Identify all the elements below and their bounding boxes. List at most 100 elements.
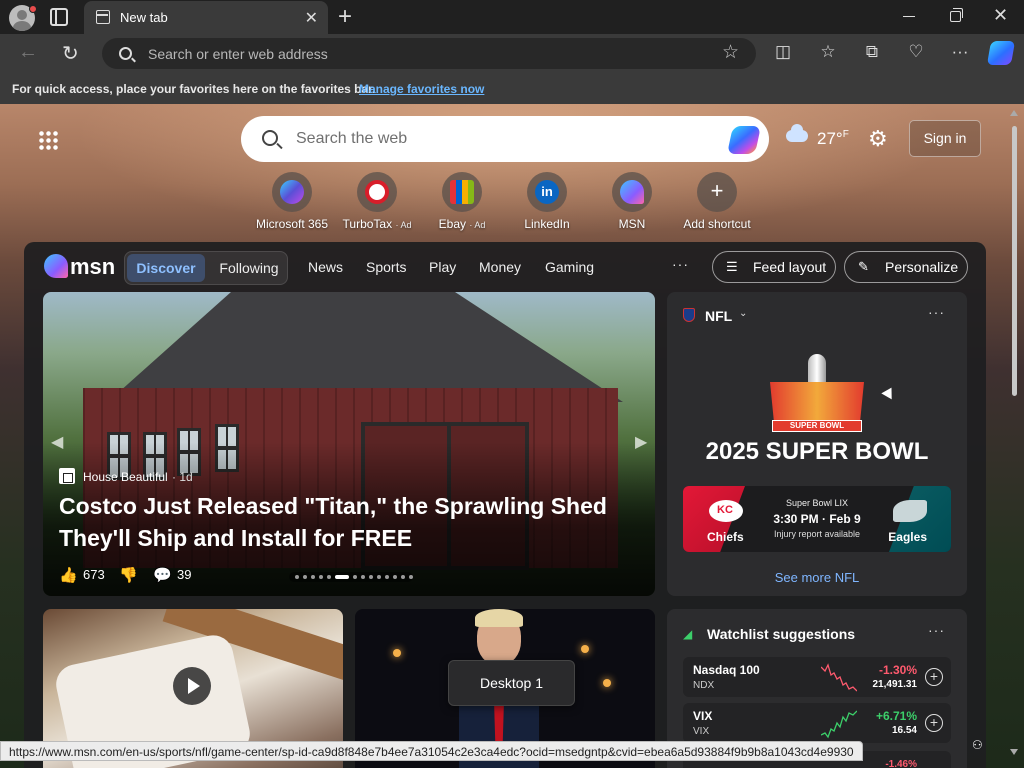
thumbs-down-icon[interactable]: 👎 [119,566,138,584]
app-launcher-icon[interactable] [38,130,58,150]
turbotax-icon [357,172,397,212]
copilot-icon[interactable] [727,126,761,154]
carousel-dot[interactable] [295,575,299,579]
carousel-pager[interactable] [289,572,413,582]
more-menu-icon[interactable]: ··· [949,42,971,62]
see-more-nfl-link[interactable]: See more NFL [667,570,967,585]
scroll-down-arrow-icon[interactable] [1010,749,1018,755]
stock-row[interactable]: VIX VIX +6.71% 16.54 + [683,703,951,743]
address-bar[interactable]: ☆ [102,38,756,69]
carousel-dot[interactable] [385,575,389,579]
stage-light [393,649,401,657]
thumbs-up-icon[interactable]: 👍 [59,566,78,584]
favorites-icon[interactable]: ☆ [817,42,839,62]
tab-close-button[interactable]: ✕ [305,8,318,28]
tab-discover[interactable]: Discover [127,254,205,282]
carousel-dot[interactable] [377,575,381,579]
refresh-icon[interactable]: ↻ [62,41,79,66]
search-icon [262,130,278,146]
tab-title: New tab [120,10,168,25]
scroll-up-arrow-icon[interactable] [1010,110,1018,116]
carousel-dot[interactable] [369,575,373,579]
msn-logo[interactable]: msn [44,254,115,279]
split-screen-icon[interactable]: ◫ [772,42,794,62]
article-source[interactable]: House Beautiful [83,470,168,484]
article-age: · 1d [172,470,193,484]
carousel-dot[interactable] [303,575,307,579]
chevron-down-icon[interactable]: ⌄ [739,308,747,319]
carousel-dot[interactable] [353,575,357,579]
watchlist-more-button[interactable]: ··· [928,622,945,638]
stock-row[interactable]: Nasdaq 100 NDX -1.30% 21,491.31 + [683,657,951,697]
carousel-dot[interactable] [401,575,405,579]
feedback-icon[interactable]: ⚇ [972,738,983,752]
nav-gaming[interactable]: Gaming [545,259,594,275]
shortcut-turbotax[interactable]: TurboTax · Ad [332,172,422,231]
nav-play[interactable]: Play [429,259,456,275]
nav-money[interactable]: Money [479,259,521,275]
web-search-box[interactable] [241,116,769,162]
game-time: 3:30 PM · Feb 9 [773,512,861,526]
cloud-weather-icon[interactable] [786,124,808,142]
address-input[interactable] [148,42,708,65]
comment-icon[interactable]: 💬 [153,566,172,584]
settings-gear-icon[interactable]: ⚙ [868,126,888,152]
article-title[interactable]: Costco Just Released "Titan," the Sprawl… [59,490,629,554]
game-matchup-card[interactable]: Chiefs Eagles Super Bowl LIX 3:30 PM · F… [683,486,951,552]
restore-button[interactable] [950,8,963,22]
shortcut-msn[interactable]: MSN [587,172,677,231]
back-arrow-icon[interactable]: ← [18,41,38,64]
manage-favorites-link[interactable]: Manage favorites now [359,82,484,96]
previous-slide-icon[interactable]: ◀ [51,432,63,452]
hero-article-card[interactable]: ◀ ▶ House Beautiful · 1d Costco Just Rel… [43,292,655,596]
trend-up-icon: ◢ [683,627,693,641]
next-slide-icon[interactable]: ▶ [635,432,647,452]
nav-more-button[interactable]: ··· [672,256,689,272]
nav-sports[interactable]: Sports [366,259,406,275]
stock-price: 21,491.31 [872,679,918,690]
window-close-button[interactable]: ✕ [993,5,1008,26]
collections-icon[interactable]: ⧉ [861,42,883,62]
tab-following[interactable]: Following [211,254,287,282]
new-tab-button[interactable]: + [338,3,352,31]
virtual-desktop-indicator: Desktop 1 [448,660,575,706]
carousel-dot[interactable] [327,575,331,579]
sign-in-button[interactable]: Sign in [909,120,981,157]
shortcut-linkedin[interactable]: in LinkedIn [502,172,592,231]
personalize-button[interactable]: ✎ Personalize [844,251,968,283]
favorite-star-icon[interactable]: ☆ [722,41,739,64]
shortcut-ebay[interactable]: Ebay · Ad [417,172,507,231]
sparkline-down [821,663,857,692]
tab-new-tab[interactable]: New tab ✕ [84,1,328,34]
page-scrollbar[interactable] [1005,104,1024,768]
tab-actions-icon[interactable] [50,8,68,26]
watchlist-title[interactable]: Watchlist suggestions [707,626,855,642]
stock-name: Nasdaq 100 [693,663,760,677]
nav-news[interactable]: News [308,259,343,275]
super-bowl-headline[interactable]: 2025 SUPER BOWL [667,438,967,466]
copilot-icon[interactable] [986,41,1016,65]
nfl-league-dropdown[interactable]: NFL [705,308,732,324]
carousel-dot[interactable] [311,575,315,579]
add-to-watchlist-icon[interactable]: + [925,714,943,732]
scroll-thumb[interactable] [1012,126,1017,396]
add-to-watchlist-icon[interactable]: + [925,668,943,686]
shortcut-add[interactable]: + Add shortcut [672,172,762,231]
carousel-dot[interactable] [361,575,365,579]
nfl-more-button[interactable]: ··· [928,304,945,320]
person-hair [475,609,523,627]
shortcut-microsoft-365[interactable]: Microsoft 365 [247,172,337,231]
minimize-button[interactable] [903,16,915,17]
web-search-input[interactable] [296,127,716,151]
play-video-icon[interactable] [173,667,211,705]
feed-layout-button[interactable]: ☰ Feed layout [712,251,836,283]
carousel-dot[interactable] [319,575,323,579]
stock-change: +6.71% [875,709,917,723]
carousel-dot[interactable] [393,575,397,579]
browser-essentials-icon[interactable]: ♡ [905,42,927,62]
status-url: https://www.msn.com/en-us/sports/nfl/gam… [0,741,863,761]
carousel-dot[interactable] [335,575,349,579]
carousel-dot[interactable] [409,575,413,579]
browser-toolbar: ← ↻ ☆ ◫ ☆ ⧉ ♡ ··· [0,34,1024,74]
weather-temperature[interactable]: 27°F [817,129,849,149]
